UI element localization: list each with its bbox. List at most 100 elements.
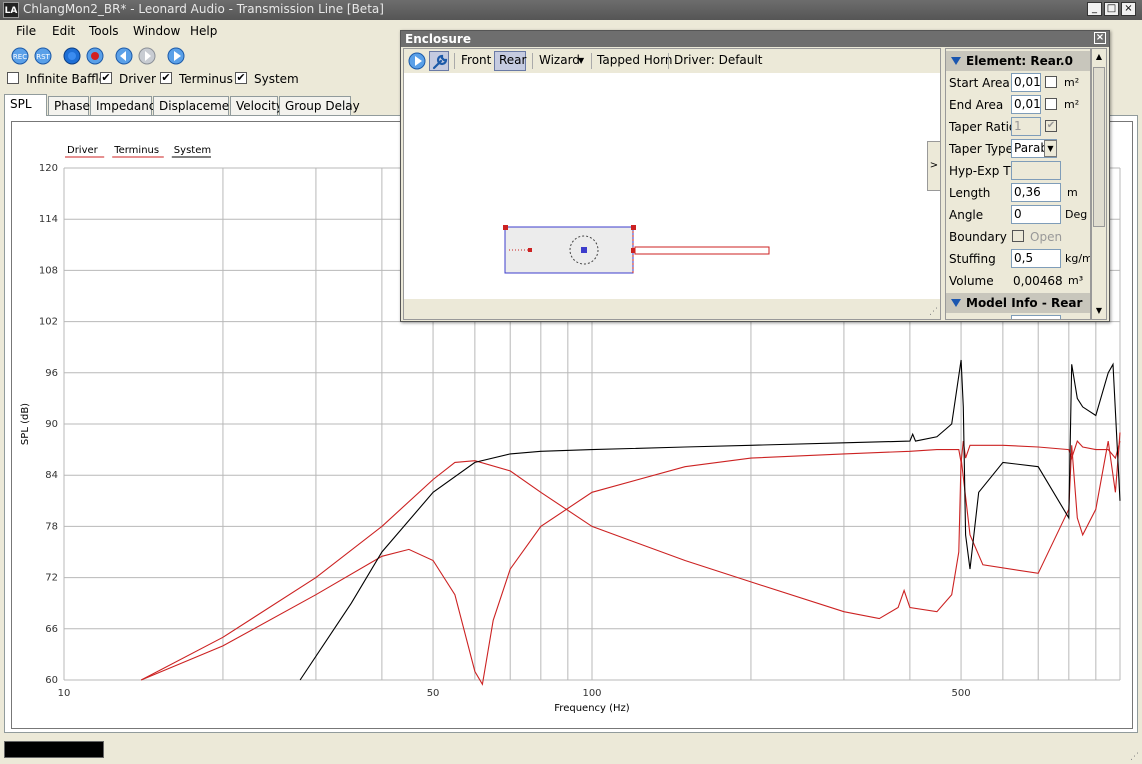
toolbar-separator — [591, 53, 592, 69]
stuffing-label: Stuffing — [949, 252, 996, 266]
play-icon[interactable] — [166, 46, 186, 66]
menu-tools[interactable]: Tools — [89, 24, 119, 38]
y-tick-label: 60 — [45, 675, 58, 686]
step-forward-icon[interactable] — [137, 46, 157, 66]
menu-window[interactable]: Window — [133, 24, 180, 38]
enclosure-drawing — [503, 225, 770, 274]
front-button[interactable]: Front — [461, 53, 491, 67]
stuffing-row: Stuffing 0,5 kg/m³ — [946, 248, 1090, 270]
tapped-horn-button[interactable]: Tapped Horn — [597, 53, 672, 67]
display-options: Infinite Baffle ✔ Driver ✔ Terminus ✔ Sy… — [0, 70, 400, 90]
scroll-thumb[interactable] — [1093, 67, 1105, 227]
resize-grip-icon[interactable]: ⋰ — [929, 307, 938, 317]
start-area-input[interactable]: 0,013 — [1011, 73, 1041, 92]
menu-file[interactable]: File — [16, 24, 36, 38]
toolbar-separator — [454, 53, 455, 69]
infinite-baffle-checkbox[interactable] — [7, 72, 19, 84]
tab-displacement[interactable]: Displacement — [153, 96, 242, 116]
legend-label-driver: Driver — [67, 145, 99, 156]
angle-row: Angle 0 Deg — [946, 204, 1090, 226]
model-info-input[interactable] — [1011, 315, 1061, 319]
record-icon[interactable]: REC — [10, 46, 30, 66]
volume-label: Volume — [949, 274, 994, 288]
taper-type-label: Taper Type — [949, 142, 1014, 156]
expand-panel-button[interactable]: > — [927, 141, 941, 191]
tab-impedance[interactable]: Impedance — [90, 96, 163, 116]
y-tick-label: 78 — [45, 521, 58, 532]
wrench-icon[interactable] — [429, 51, 449, 71]
angle-unit: Deg — [1065, 208, 1088, 221]
volume-unit: m³ — [1068, 274, 1084, 287]
menu-help[interactable]: Help — [190, 24, 217, 38]
properties-panel: Element: Rear.0 Start Area 0,013 m² End … — [945, 48, 1091, 320]
element-header[interactable]: Element: Rear.0 — [946, 51, 1090, 71]
series-line-terminus — [140, 440, 1121, 686]
x-tick-label: 100 — [582, 688, 601, 699]
hyp-exp-input — [1011, 161, 1061, 180]
y-tick-label: 102 — [39, 317, 58, 328]
y-tick-label: 90 — [45, 419, 58, 430]
step-back-icon[interactable] — [114, 46, 134, 66]
angle-input[interactable]: 0 — [1011, 205, 1061, 224]
chevron-down-icon[interactable]: ▼ — [578, 56, 584, 65]
toolbar-separator — [668, 53, 669, 69]
circle-blue-icon[interactable] — [62, 46, 82, 66]
graph-tabs: SPL Phase Impedance Displacement Velocit… — [4, 94, 404, 116]
end-area-label: End Area — [949, 98, 1004, 112]
enclosure-editor: Front Rear Wizard ▼ Tapped Horn Driver: … — [403, 48, 941, 320]
properties-scrollbar[interactable]: ▲ ▼ — [1091, 48, 1107, 320]
enclosure-close-button[interactable]: × — [1094, 32, 1106, 44]
length-row: Length 0,36 m — [946, 182, 1090, 204]
resize-grip-icon[interactable]: ⋰ — [1130, 752, 1140, 762]
volume-row: Volume 0,00468 m³ — [946, 270, 1090, 292]
close-button[interactable]: × — [1121, 2, 1136, 16]
tab-spl[interactable]: SPL — [4, 94, 47, 116]
enclosure-title: Enclosure — [405, 32, 471, 46]
system-checkbox[interactable]: ✔ — [235, 72, 247, 84]
scroll-down-icon[interactable]: ▼ — [1093, 304, 1105, 318]
enclosure-canvas[interactable] — [404, 73, 940, 299]
end-area-checkbox[interactable] — [1045, 98, 1057, 110]
driver-center-handle — [581, 247, 587, 253]
stop-red-icon[interactable] — [85, 46, 105, 66]
y-tick-label: 72 — [45, 573, 58, 584]
driver-selector[interactable]: Driver: Default — [674, 53, 762, 67]
wizard-menu[interactable]: Wizard — [539, 53, 580, 67]
reset-icon[interactable]: RST — [33, 46, 53, 66]
terminus-checkbox[interactable]: ✔ — [160, 72, 172, 84]
stuffing-unit: kg/m³ — [1065, 252, 1090, 265]
tab-velocity[interactable]: Velocity — [230, 96, 283, 116]
maximize-button[interactable]: □ — [1104, 2, 1119, 16]
boundary-open-checkbox — [1012, 230, 1024, 242]
menu-edit[interactable]: Edit — [52, 24, 75, 38]
driver-checkbox[interactable]: ✔ — [100, 72, 112, 84]
y-tick-label: 84 — [45, 470, 58, 481]
chevron-down-icon[interactable]: ▼ — [1044, 140, 1057, 157]
enclosure-title-bar[interactable]: Enclosure × — [401, 31, 1109, 47]
tab-group-delay[interactable]: Group Delay — [279, 96, 360, 116]
start-area-checkbox[interactable] — [1045, 76, 1057, 88]
x-axis-label: Frequency (Hz) — [554, 703, 630, 714]
minimize-button[interactable]: _ — [1087, 2, 1102, 16]
scroll-up-icon[interactable]: ▲ — [1093, 50, 1105, 64]
model-info-header[interactable]: Model Info - Rear — [946, 293, 1090, 313]
hyp-exp-label: Hyp-Exp T — [949, 164, 1011, 178]
taper-ratio-label: Taper Ratio — [949, 120, 1017, 134]
rear-button[interactable]: Rear — [499, 53, 526, 67]
boundary-label: Boundary — [949, 230, 1007, 244]
tab-phase[interactable]: Phase — [48, 96, 90, 116]
stuffing-input[interactable]: 0,5 — [1011, 249, 1061, 268]
taper-ratio-checkbox: ✔ — [1045, 120, 1057, 132]
y-tick-label: 120 — [39, 163, 58, 174]
run-icon[interactable] — [407, 51, 427, 71]
start-area-unit: m² — [1064, 76, 1080, 89]
title-bar[interactable]: LA ChlangMon2_BR* - Leonard Audio - Tran… — [0, 0, 1142, 20]
svg-text:REC: REC — [13, 53, 27, 61]
x-tick-label: 50 — [427, 688, 440, 699]
length-input[interactable]: 0,36 — [1011, 183, 1061, 202]
corner-handle — [503, 225, 508, 230]
terminus-label: Terminus — [179, 72, 233, 86]
y-tick-label: 114 — [39, 214, 58, 225]
y-tick-label: 96 — [45, 368, 58, 379]
end-area-input[interactable]: 0,013 — [1011, 95, 1041, 114]
